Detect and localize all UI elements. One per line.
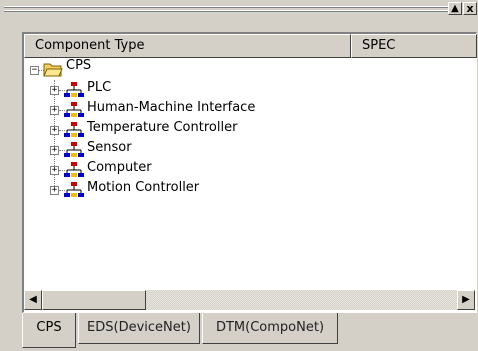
tab-dtm-componet[interactable]: DTM(CompoNet) bbox=[202, 313, 338, 344]
network-device-icon bbox=[64, 102, 84, 117]
tree-item-label[interactable]: PLC bbox=[87, 80, 111, 95]
tree-item-label[interactable]: Computer bbox=[87, 160, 152, 175]
scroll-right-button[interactable]: ▶ bbox=[457, 290, 475, 310]
network-device-icon bbox=[64, 82, 84, 97]
expand-toggle[interactable]: + bbox=[50, 146, 59, 155]
scroll-left-button[interactable]: ◀ bbox=[24, 290, 42, 310]
network-device-icon bbox=[64, 162, 84, 177]
expand-toggle[interactable]: + bbox=[50, 186, 59, 195]
component-tree[interactable]: − CPS + PLC + Human-Machine Interface + Tempe… bbox=[24, 58, 477, 290]
column-header-component-type[interactable]: Component Type bbox=[24, 34, 351, 58]
collapse-toggle-root[interactable]: − bbox=[30, 66, 39, 75]
tab-cps[interactable]: CPS bbox=[22, 313, 76, 348]
expand-toggle[interactable]: + bbox=[50, 106, 59, 115]
network-device-icon bbox=[64, 122, 84, 137]
expand-toggle[interactable]: + bbox=[50, 86, 59, 95]
tree-item-label[interactable]: Temperature Controller bbox=[87, 120, 237, 135]
tree-item-label[interactable]: Sensor bbox=[87, 140, 132, 155]
column-header-spec[interactable]: SPEC bbox=[351, 34, 477, 58]
network-device-icon bbox=[64, 182, 84, 197]
scrollbar-thumb[interactable] bbox=[42, 290, 146, 310]
panel-grip[interactable] bbox=[4, 6, 450, 12]
panel-close-button[interactable]: x bbox=[463, 2, 477, 15]
tree-item-label[interactable]: Human-Machine Interface bbox=[87, 100, 255, 115]
tab-eds-devicenet[interactable]: EDS(DeviceNet) bbox=[78, 313, 200, 344]
component-tree-panel: Component Type SPEC − CPS + PLC + Human-Mac… bbox=[22, 32, 477, 313]
expand-toggle[interactable]: + bbox=[50, 166, 59, 175]
tree-item-label[interactable]: Motion Controller bbox=[87, 180, 199, 195]
tree-item-root-label[interactable]: CPS bbox=[66, 58, 91, 73]
panel-maximize-button[interactable]: ▲ bbox=[448, 2, 462, 15]
expand-toggle[interactable]: + bbox=[50, 126, 59, 135]
network-device-icon bbox=[64, 142, 84, 157]
column-header-row: Component Type SPEC bbox=[24, 34, 477, 58]
folder-open-icon bbox=[43, 63, 63, 77]
horizontal-scrollbar[interactable]: ◀ ▶ bbox=[24, 290, 475, 310]
